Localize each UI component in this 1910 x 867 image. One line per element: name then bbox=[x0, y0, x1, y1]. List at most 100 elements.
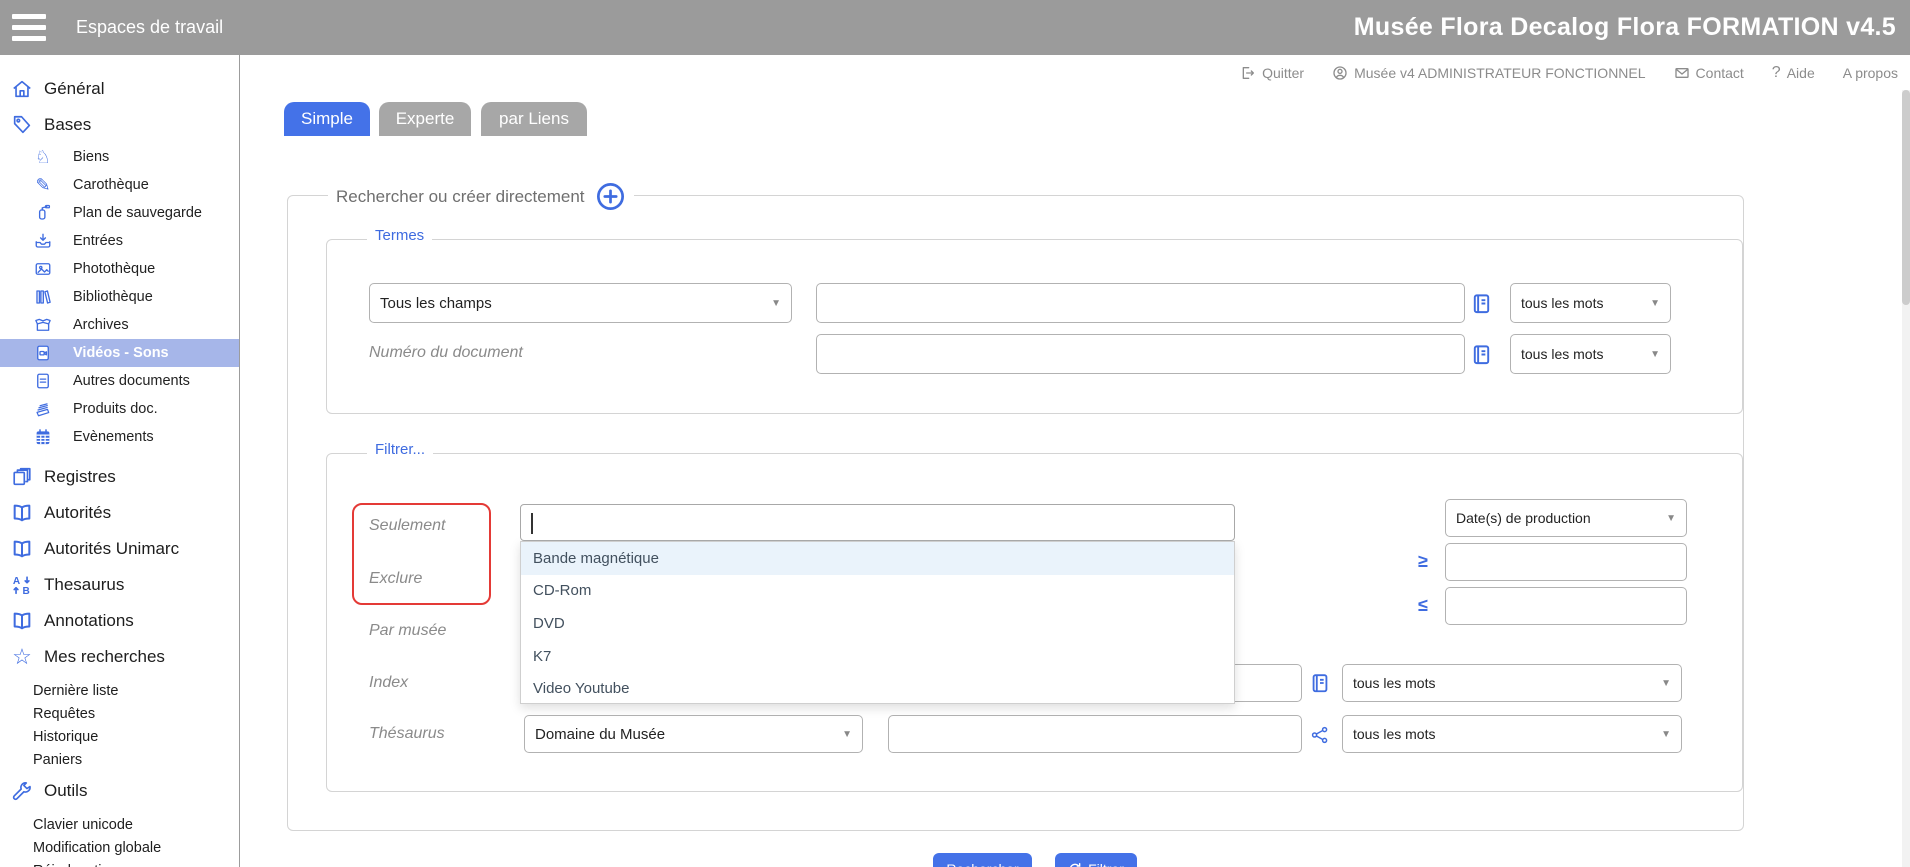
sidebar-item-plan-de-sauvegarde[interactable]: Plan de sauvegarde bbox=[0, 199, 239, 227]
sidebar-item-bases[interactable]: Bases bbox=[0, 107, 239, 143]
scrollbar-thumb[interactable] bbox=[1902, 90, 1910, 305]
sidebar-item-autres-documents[interactable]: Autres documents bbox=[0, 367, 239, 395]
document-icon bbox=[33, 372, 53, 390]
text-cursor bbox=[531, 513, 533, 534]
terms-words-select[interactable]: tous les mots ▼ bbox=[1510, 283, 1671, 323]
sidebar-item-paniers[interactable]: Paniers bbox=[0, 748, 239, 771]
sidebar-item-produits-doc[interactable]: Produits doc. bbox=[0, 395, 239, 423]
chevron-down-icon: ▼ bbox=[771, 298, 781, 309]
sidebar-item-bibliotheque[interactable]: Bibliothèque bbox=[0, 283, 239, 311]
image-icon bbox=[33, 260, 53, 278]
rechercher-button[interactable]: Rechercher bbox=[933, 853, 1032, 867]
wrench-icon bbox=[10, 780, 34, 802]
index-label: Index bbox=[369, 674, 408, 692]
user-icon bbox=[1332, 65, 1348, 81]
sidebar-item-requetes[interactable]: Requêtes bbox=[0, 702, 239, 725]
svg-text:B: B bbox=[22, 586, 29, 596]
sidebar-item-reindexation[interactable]: Réindexation bbox=[0, 859, 239, 867]
chevron-down-icon: ▼ bbox=[1650, 298, 1660, 309]
domaine-select[interactable]: Domaine du Musée ▼ bbox=[524, 715, 863, 753]
support-combobox-input[interactable] bbox=[520, 504, 1235, 541]
app-title: Musée Flora Decalog Flora FORMATION v4.5 bbox=[1354, 0, 1896, 55]
filtrer-button[interactable]: Filtrer bbox=[1055, 853, 1137, 867]
sidebar-item-videos-sons[interactable]: Vidéos - Sons bbox=[0, 339, 239, 367]
sidebar-item-general[interactable]: Général bbox=[0, 71, 239, 107]
dropdown-option[interactable]: CD-Rom bbox=[521, 575, 1234, 608]
numero-document-label: Numéro du document bbox=[369, 344, 523, 362]
open-box-icon bbox=[33, 316, 53, 334]
sidebar-item-mes-recherches[interactable]: ☆ Mes recherches bbox=[0, 639, 239, 675]
sidebar-item-evenements[interactable]: Evènements bbox=[0, 423, 239, 451]
envelope-icon bbox=[1674, 65, 1690, 81]
chess-knight-icon: ♘ bbox=[33, 148, 53, 166]
open-book-icon bbox=[10, 538, 34, 560]
sidebar-item-outils[interactable]: Outils bbox=[0, 773, 239, 809]
hamburger-menu-icon[interactable] bbox=[12, 14, 46, 41]
sidebar-item-clavier-unicode[interactable]: Clavier unicode bbox=[0, 813, 239, 836]
sidebar-item-annotations[interactable]: Annotations bbox=[0, 603, 239, 639]
tab-simple[interactable]: Simple bbox=[284, 102, 370, 136]
help-link[interactable]: ? Aide bbox=[1772, 64, 1815, 82]
index-words-select[interactable]: tous les mots ▼ bbox=[1342, 664, 1682, 702]
top-bar: Espaces de travail Musée Flora Decalog F… bbox=[0, 0, 1910, 55]
refresh-icon bbox=[1068, 862, 1082, 867]
filtrer-legend: Filtrer... bbox=[367, 441, 433, 458]
inbox-download-icon bbox=[33, 232, 53, 250]
question-mark-icon: ? bbox=[1772, 64, 1781, 82]
sidebar-item-thesaurus[interactable]: AB Thesaurus bbox=[0, 567, 239, 603]
dropdown-option[interactable]: K7 bbox=[521, 640, 1234, 673]
date-from-input[interactable] bbox=[1445, 543, 1687, 581]
tab-par-liens[interactable]: par Liens bbox=[481, 102, 587, 136]
sidebar-item-carotheque[interactable]: ✎ Carothèque bbox=[0, 171, 239, 199]
chevron-down-icon: ▼ bbox=[1666, 513, 1676, 524]
field-select[interactable]: Tous les champs ▼ bbox=[369, 283, 792, 323]
thesaurus-words-select[interactable]: tous les mots ▼ bbox=[1342, 715, 1682, 753]
sidebar-item-autorites[interactable]: Autorités bbox=[0, 495, 239, 531]
workspace-label[interactable]: Espaces de travail bbox=[76, 0, 223, 55]
less-equal-symbol: ≤ bbox=[1418, 595, 1428, 616]
search-create-legend: Rechercher ou créer directement bbox=[328, 181, 634, 212]
sidebar-item-entrees[interactable]: Entrées bbox=[0, 227, 239, 255]
chevron-down-icon: ▼ bbox=[842, 729, 852, 740]
dropdown-option[interactable]: DVD bbox=[521, 607, 1234, 640]
date-to-input[interactable] bbox=[1445, 587, 1687, 625]
chevron-down-icon: ▼ bbox=[1650, 349, 1660, 360]
terms-search-input[interactable] bbox=[816, 283, 1465, 323]
share-hierarchy-icon[interactable] bbox=[1310, 722, 1334, 748]
chevron-down-icon: ▼ bbox=[1661, 729, 1671, 740]
chevron-down-icon: ▼ bbox=[1661, 678, 1671, 689]
support-dropdown-list: Bande magnétique CD-Rom DVD K7 Video You… bbox=[520, 541, 1235, 704]
video-document-icon bbox=[33, 344, 53, 362]
sidebar-item-archives[interactable]: Archives bbox=[0, 311, 239, 339]
tab-experte[interactable]: Experte bbox=[379, 102, 471, 136]
numero-words-select[interactable]: tous les mots ▼ bbox=[1510, 334, 1671, 374]
open-book-icon bbox=[10, 610, 34, 632]
contact-link[interactable]: Contact bbox=[1674, 65, 1744, 81]
date-field-select[interactable]: Date(s) de production ▼ bbox=[1445, 499, 1687, 537]
sidebar-item-modification-globale[interactable]: Modification globale bbox=[0, 836, 239, 859]
quit-link[interactable]: Quitter bbox=[1240, 65, 1304, 81]
thesaurus-label: Thésaurus bbox=[369, 725, 445, 743]
numero-document-input[interactable] bbox=[816, 334, 1465, 374]
sort-alpha-icon: AB bbox=[10, 574, 34, 596]
sidebar-item-registres[interactable]: Registres bbox=[0, 459, 239, 495]
fire-extinguisher-icon bbox=[33, 204, 53, 222]
sidebar-item-autorites-unimarc[interactable]: Autorités Unimarc bbox=[0, 531, 239, 567]
sidebar: Général Bases ♘ Biens ✎ Carothèque Plan … bbox=[0, 55, 240, 867]
thesaurus-input[interactable] bbox=[888, 715, 1302, 753]
sidebar-item-historique[interactable]: Historique bbox=[0, 725, 239, 748]
index-book-icon[interactable] bbox=[1470, 341, 1494, 367]
pen-icon: ✎ bbox=[33, 176, 53, 194]
add-circle-icon[interactable] bbox=[595, 181, 626, 212]
seulement-exclure-highlight-box bbox=[352, 503, 491, 605]
header-links: Quitter Musée v4 ADMINISTRATEUR FONCTION… bbox=[1240, 55, 1898, 90]
index-book-icon[interactable] bbox=[1470, 290, 1494, 316]
user-menu[interactable]: Musée v4 ADMINISTRATEUR FONCTIONNEL bbox=[1332, 65, 1645, 81]
index-book-icon[interactable] bbox=[1309, 670, 1333, 696]
dropdown-option[interactable]: Video Youtube bbox=[521, 672, 1234, 705]
sidebar-item-phototheque[interactable]: Photothèque bbox=[0, 255, 239, 283]
dropdown-option[interactable]: Bande magnétique bbox=[521, 542, 1234, 575]
about-link[interactable]: A propos bbox=[1843, 65, 1898, 81]
sidebar-item-derniere-liste[interactable]: Dernière liste bbox=[0, 679, 239, 702]
sidebar-item-biens[interactable]: ♘ Biens bbox=[0, 143, 239, 171]
